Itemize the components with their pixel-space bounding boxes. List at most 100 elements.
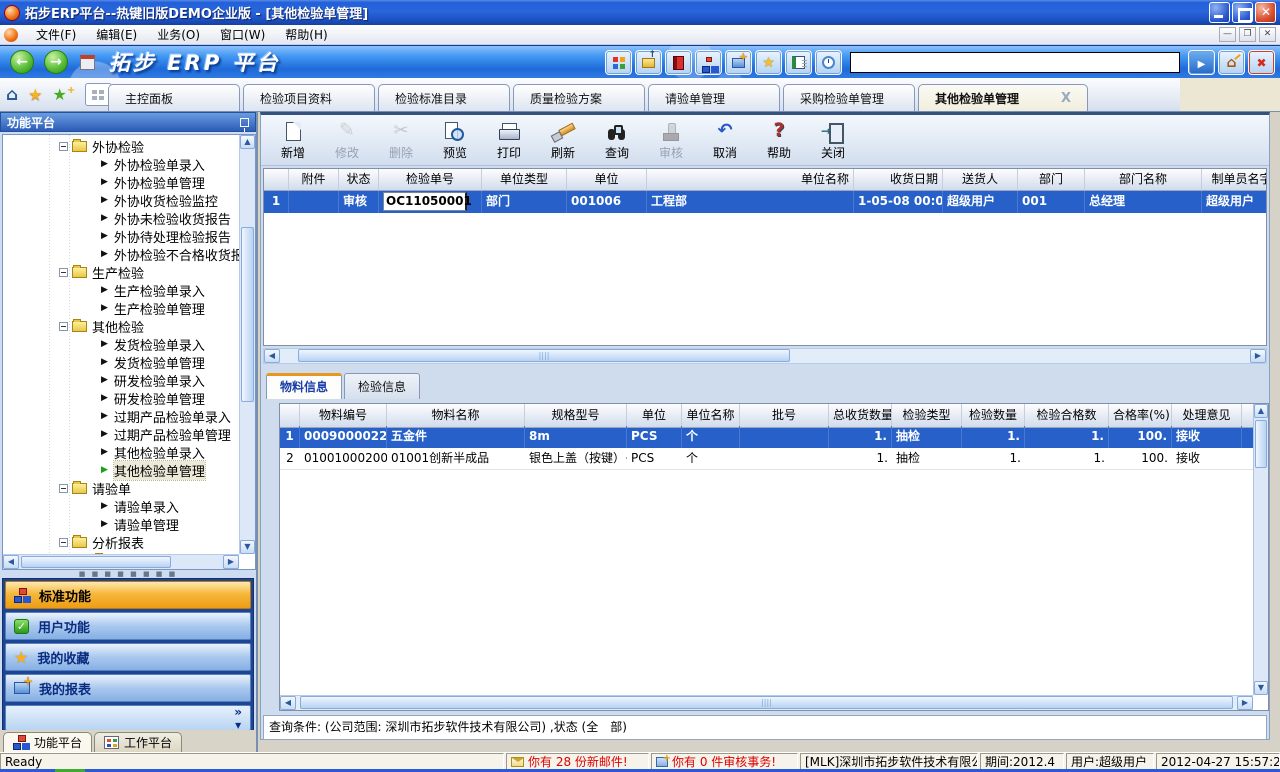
column-header[interactable]: 检验单号	[379, 169, 482, 191]
master-grid-horizontal-scrollbar[interactable]	[263, 348, 1267, 364]
tree-item[interactable]: ▶ 外协检验不合格收货报	[3, 245, 239, 263]
scroll-left-icon[interactable]	[280, 696, 296, 710]
expand-box-icon[interactable]	[59, 322, 68, 331]
column-header[interactable]: 单位名称	[647, 169, 854, 191]
expand-box-icon[interactable]	[59, 484, 68, 493]
scroll-right-icon[interactable]	[1250, 349, 1266, 363]
sidebar-bottom-tab[interactable]: 工作平台	[94, 732, 182, 752]
chevron-more-icon[interactable]: »▾	[234, 706, 242, 732]
column-header[interactable]: 制单员名字	[1202, 169, 1267, 191]
tree-item[interactable]: ▶ 其他检验单管理	[3, 461, 239, 479]
close-button[interactable]	[1255, 2, 1276, 23]
tree-item[interactable]: ▶ 分析报表	[3, 533, 239, 551]
scroll-thumb[interactable]	[300, 696, 1233, 709]
clock-button[interactable]	[815, 50, 842, 75]
tree-item[interactable]: ▶ 发货检验单管理	[3, 353, 239, 371]
tree-item[interactable]: ▶ 过期产品检验单录入	[3, 407, 239, 425]
tree-item[interactable]: ▶ 外协待处理检验报告	[3, 227, 239, 245]
column-header[interactable]: 批号	[740, 404, 829, 428]
toolbar-button[interactable]: 预览	[429, 117, 481, 163]
status-mail[interactable]: 你有 28 份新邮件!	[506, 753, 649, 770]
quick-search-input[interactable]	[850, 52, 1180, 73]
tab-close-icon[interactable]: X	[1043, 91, 1071, 106]
scroll-down-icon[interactable]	[1254, 681, 1268, 695]
column-header[interactable]: 部门名称	[1085, 169, 1202, 191]
column-header[interactable]: 单位	[627, 404, 682, 428]
tree-item[interactable]: ▶ 发货检验单录入	[3, 335, 239, 353]
scroll-right-icon[interactable]	[1237, 696, 1253, 710]
tree-item[interactable]: ▶ 请验单	[3, 479, 239, 497]
column-header[interactable]: 检验合格数	[1025, 404, 1109, 428]
tree-item[interactable]: ▶ 研发检验单录入	[3, 371, 239, 389]
workspace-tab[interactable]: 检验项目资料 X	[243, 84, 375, 111]
workspace-tab[interactable]: 其他检验单管理 X	[918, 84, 1088, 111]
detail-tab[interactable]: 检验信息	[344, 373, 420, 399]
tree-item[interactable]: ▶ 生产检验	[3, 263, 239, 281]
toolbar-button[interactable]: 取消	[699, 117, 751, 163]
column-header[interactable]: 检验类型	[892, 404, 962, 428]
column-header[interactable]: 处理意见	[1172, 404, 1242, 428]
scroll-right-icon[interactable]	[223, 555, 239, 569]
tree-item[interactable]: ▶ 外协收货检验监控	[3, 191, 239, 209]
column-header[interactable]: 合格率(%)	[1109, 404, 1172, 428]
toolbar-button[interactable]: 删除	[375, 117, 427, 163]
column-header[interactable]: 单位类型	[482, 169, 567, 191]
workspace-tab[interactable]: 请验单管理 X	[648, 84, 780, 111]
column-header[interactable]: 部门	[1018, 169, 1085, 191]
sidebar-bottom-tab[interactable]: 功能平台	[3, 732, 92, 752]
column-header[interactable]: 物料名称	[387, 404, 525, 428]
menu-item[interactable]: 窗口(W)	[210, 26, 275, 44]
sidebar-splitter[interactable]: ■ ■ ■ ■ ■ ■ ■ ■	[0, 571, 256, 578]
expand-box-icon[interactable]	[59, 538, 68, 547]
tree-item[interactable]: ▶ 生产检验单录入	[3, 281, 239, 299]
scroll-thumb[interactable]	[21, 556, 171, 568]
favorites-star-icon[interactable]	[28, 85, 42, 104]
sidebar-panel-button[interactable]: 标准功能	[5, 581, 251, 609]
mdi-close-button[interactable]	[1259, 27, 1276, 42]
scroll-up-icon[interactable]	[1254, 404, 1268, 418]
tree-item[interactable]: ▶ 外协检验	[3, 137, 239, 155]
new-folder-button[interactable]	[725, 50, 752, 75]
column-header[interactable]: 状态	[339, 169, 379, 191]
mdi-restore-button[interactable]	[1239, 27, 1256, 42]
tree-horizontal-scrollbar[interactable]	[3, 554, 239, 569]
column-header[interactable]: 总收货数量	[829, 404, 892, 428]
favorites-button[interactable]	[755, 50, 782, 75]
tree-item[interactable]: ▶ 生产检验单管理	[3, 299, 239, 317]
inline-edit-field[interactable]: OC11050001	[383, 192, 467, 211]
tree-vertical-scrollbar[interactable]	[239, 135, 255, 554]
orgchart-button[interactable]	[695, 50, 722, 75]
column-header[interactable]: 附件	[289, 169, 339, 191]
status-audit-tasks[interactable]: 你有 0 件审核事务!	[651, 753, 798, 770]
scroll-left-icon[interactable]	[264, 349, 280, 363]
column-header[interactable]: 收货日期	[854, 169, 943, 191]
scroll-thumb[interactable]	[241, 227, 254, 402]
column-header[interactable]: 合	[1242, 404, 1253, 428]
menu-item[interactable]: 文件(F)	[26, 26, 86, 44]
workspace-tab[interactable]: 检验标准目录 X	[378, 84, 510, 111]
toolbar-button[interactable]: 帮助	[753, 117, 805, 163]
back-button[interactable]: ←	[10, 50, 34, 74]
toolbar-button[interactable]: 关闭	[807, 117, 859, 163]
toolbar-button[interactable]: 查询	[591, 117, 643, 163]
tree-item[interactable]: ▶ 外协检验单管理	[3, 173, 239, 191]
tree-item[interactable]: ▶ 其他检验	[3, 317, 239, 335]
tree-item[interactable]: ▶ 其他检验单录入	[3, 443, 239, 461]
detail-grid-row-selected[interactable]: 1 000900002212 五金件 8m PCS 个 1. 抽检 1. 1. …	[280, 426, 1253, 448]
scroll-thumb[interactable]	[1255, 420, 1267, 468]
toolbar-button[interactable]: 审核	[645, 117, 697, 163]
detail-horizontal-scrollbar[interactable]	[280, 695, 1253, 710]
master-grid-row-selected[interactable]: 1 审核 OC11050001 部门 001006 工程部 1-05-08 00…	[264, 191, 1266, 213]
column-header[interactable]: 规格型号	[525, 404, 627, 428]
exit-button[interactable]	[1248, 50, 1275, 75]
column-header[interactable]: 单位名称	[682, 404, 740, 428]
toolbar-button[interactable]: 修改	[321, 117, 373, 163]
scroll-up-icon[interactable]	[240, 135, 255, 149]
scroll-left-icon[interactable]	[3, 555, 19, 569]
expand-box-icon[interactable]	[59, 268, 68, 277]
tree-item[interactable]: ▶ 外协未检验收货报告	[3, 209, 239, 227]
menu-item[interactable]: 编辑(E)	[86, 26, 147, 44]
dashboard-button[interactable]	[605, 50, 632, 75]
tree-item[interactable]: ▶ 研发检验单管理	[3, 389, 239, 407]
column-header[interactable]: 单位	[567, 169, 647, 191]
